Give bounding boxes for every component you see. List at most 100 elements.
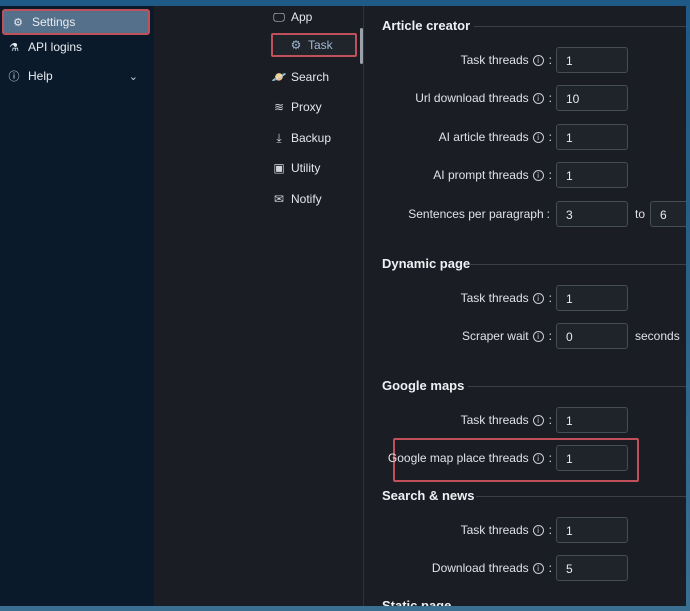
section-divider xyxy=(476,496,686,497)
subnav-item-notify[interactable]: ✉ Notify xyxy=(270,187,322,211)
section-title-static-page: Static page xyxy=(382,598,452,606)
setting-label: Scraper wait i: xyxy=(462,329,552,343)
colon: : xyxy=(548,413,552,427)
subnav-item-proxy[interactable]: ≋ Proxy xyxy=(270,95,322,119)
subnav-label: Proxy xyxy=(291,100,322,114)
setting-label: Task threads i: xyxy=(461,53,552,67)
range-to-label: to xyxy=(635,207,646,221)
monitor-icon: 🖵 xyxy=(273,9,285,24)
colon: : xyxy=(548,130,552,144)
url-download-threads-input[interactable]: 10 xyxy=(556,85,628,111)
setting-row: Task threads i: 1 xyxy=(364,517,686,545)
gear-icon: ⚙ xyxy=(13,16,23,29)
colon: : xyxy=(546,207,550,221)
setting-label: AI article threads i: xyxy=(439,130,552,144)
scraper-wait-input[interactable]: 0 xyxy=(556,323,628,349)
ai-article-threads-input[interactable]: 1 xyxy=(556,124,628,150)
setting-row: Sentences per paragraph: 3 to 6 xyxy=(364,201,686,229)
subnav-item-app[interactable]: 🖵 App xyxy=(270,5,312,29)
colon: : xyxy=(548,91,552,105)
sidebar-item-label: Help xyxy=(28,69,53,83)
download-icon: ⤓ xyxy=(276,130,282,145)
download-threads-input[interactable]: 5 xyxy=(556,555,628,581)
label-text: Download threads xyxy=(431,561,529,575)
gear-icon: ⚙ xyxy=(290,38,302,52)
sidebar-item-settings[interactable]: ⚙ Settings xyxy=(2,9,150,35)
setting-label: Task threads i: xyxy=(461,413,552,427)
colon: : xyxy=(548,451,552,465)
section-divider xyxy=(468,386,686,387)
subnav-item-utility[interactable]: ▣ Utility xyxy=(270,156,320,180)
subnav-label: Task xyxy=(308,38,333,52)
section-title-article-creator: Article creator xyxy=(382,18,471,33)
subnav-item-task[interactable]: ⚙ Task xyxy=(271,33,357,57)
label-text: Task threads xyxy=(460,291,529,305)
colon: : xyxy=(548,53,552,67)
info-icon[interactable]: i xyxy=(532,524,544,536)
label-text: Sentences per paragraph xyxy=(408,207,544,221)
sentences-to-input[interactable]: 6 xyxy=(650,201,686,227)
setting-label: Task threads i: xyxy=(461,523,552,537)
flask-icon: ⚗ xyxy=(9,41,19,54)
subnav-item-search[interactable]: 🪐 Search xyxy=(270,65,330,89)
info-icon[interactable]: i xyxy=(532,92,544,104)
info-icon: ⓘ xyxy=(8,71,20,83)
info-icon[interactable]: i xyxy=(532,292,544,304)
mail-icon: ✉ xyxy=(273,192,285,206)
planet-icon: 🪐 xyxy=(271,70,287,84)
label-text: AI article threads xyxy=(438,130,529,144)
info-icon[interactable]: i xyxy=(532,562,544,574)
setting-label: Download threads i: xyxy=(432,561,552,575)
sidebar-item-api-logins[interactable]: ⚗ API logins xyxy=(0,34,154,60)
setting-label: Sentences per paragraph: xyxy=(408,207,550,221)
ai-prompt-threads-input[interactable]: 1 xyxy=(556,162,628,188)
toolbox-icon: ▣ xyxy=(273,161,285,175)
section-title-dynamic-page: Dynamic page xyxy=(382,256,471,271)
task-threads-input[interactable]: 1 xyxy=(556,47,628,73)
sentences-from-input[interactable]: 3 xyxy=(556,201,628,227)
setting-row: AI article threads i: 1 xyxy=(364,124,686,152)
chevron-down-icon[interactable]: ⌄ xyxy=(129,70,138,83)
colon: : xyxy=(548,523,552,537)
subnav-label: Search xyxy=(291,70,330,84)
search-task-threads-input[interactable]: 1 xyxy=(556,517,628,543)
section-title-google-maps: Google maps xyxy=(382,378,465,393)
setting-row: AI prompt threads i: 1 xyxy=(364,162,686,190)
info-icon[interactable]: i xyxy=(532,54,544,66)
map-place-threads-input[interactable]: 1 xyxy=(556,445,628,471)
setting-label: Url download threads i: xyxy=(415,91,552,105)
unit-label: seconds xyxy=(635,329,680,343)
label-text: Task threads xyxy=(460,413,529,427)
label-text: Task threads xyxy=(460,53,529,67)
setting-label: Google map place threads i: xyxy=(388,451,552,465)
section-title-search-news: Search & news xyxy=(382,488,475,503)
dynamic-task-threads-input[interactable]: 1 xyxy=(556,285,628,311)
setting-row: Url download threads i: 10 xyxy=(364,85,686,113)
info-icon[interactable]: i xyxy=(532,414,544,426)
info-icon[interactable]: i xyxy=(532,330,544,342)
setting-label: AI prompt threads i: xyxy=(433,168,552,182)
label-text: Url download threads xyxy=(415,91,529,105)
sidebar-item-help[interactable]: ⓘ Help ⌄ xyxy=(0,63,154,89)
subnav-label: Notify xyxy=(291,192,322,206)
label-text: AI prompt threads xyxy=(433,168,529,182)
info-icon[interactable]: i xyxy=(532,131,544,143)
subnav-item-backup[interactable]: ⤓ Backup xyxy=(270,126,331,150)
settings-content: Article creator Task threads i: 1 Url dow… xyxy=(364,6,686,606)
subnav-label: App xyxy=(291,10,313,24)
info-icon[interactable]: i xyxy=(532,169,544,181)
sidebar-item-label: Settings xyxy=(32,15,76,29)
label-text: Task threads xyxy=(460,523,529,537)
subnav-label: Backup xyxy=(291,131,332,145)
maps-task-threads-input[interactable]: 1 xyxy=(556,407,628,433)
settings-subnav: 🖵 App ⚙ Task 🪐 Search ≋ Proxy ⤓ Backup ▣… xyxy=(154,6,364,606)
label-text: Google map place threads xyxy=(387,451,529,465)
setting-row: Task threads i: 1 xyxy=(364,285,686,313)
main-sidebar: ⚙ Settings ⚗ API logins ⓘ Help ⌄ xyxy=(0,6,154,606)
info-icon[interactable]: i xyxy=(532,452,544,464)
section-divider xyxy=(470,264,686,265)
wifi-icon: ≋ xyxy=(273,100,285,114)
subnav-scrollbar[interactable] xyxy=(360,28,363,64)
colon: : xyxy=(548,168,552,182)
setting-row: Scraper wait i: 0 seconds xyxy=(364,323,686,351)
